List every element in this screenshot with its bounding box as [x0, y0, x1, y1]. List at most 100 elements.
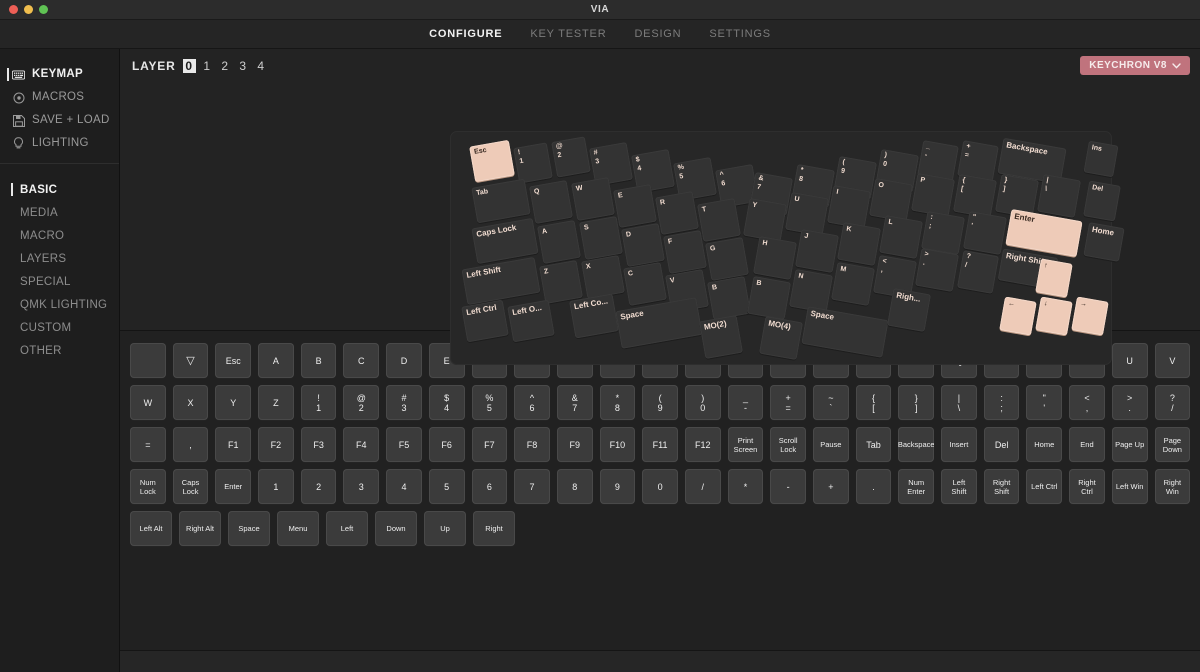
palette-key-a[interactable]: A	[258, 343, 294, 378]
palette-key-blank[interactable]: *	[728, 469, 764, 504]
keycap-key[interactable]: >.	[915, 248, 959, 292]
palette-key-9[interactable]: (9	[642, 385, 678, 420]
palette-key-2[interactable]: @2	[343, 385, 379, 420]
palette-key-caps-lock[interactable]: CapsLock	[173, 469, 209, 504]
palette-key-blank[interactable]: <,	[1069, 385, 1105, 420]
keycap-key[interactable]: ←	[999, 296, 1036, 335]
palette-key-3[interactable]: #3	[386, 385, 422, 420]
palette-key-tab[interactable]: Tab	[856, 427, 892, 462]
category-macro[interactable]: MACRO	[0, 224, 119, 247]
keycap-b[interactable]: B	[747, 276, 791, 320]
layer-button-3[interactable]: 3	[237, 59, 250, 73]
palette-key-blank[interactable]: =	[130, 427, 166, 462]
palette-key-blank[interactable]: |\	[941, 385, 977, 420]
palette-key-right-alt[interactable]: Right Alt	[179, 511, 221, 546]
sidebar-item-save-load[interactable]: SAVE + LOAD	[0, 109, 119, 132]
sidebar-item-keymap[interactable]: KEYMAP	[0, 63, 119, 86]
palette-key-pause[interactable]: Pause	[813, 427, 849, 462]
palette-key-del[interactable]: Del	[984, 427, 1020, 462]
keycap-k[interactable]: K	[837, 222, 881, 266]
palette-key-blank[interactable]: }]	[898, 385, 934, 420]
nav-tab-key-tester[interactable]: KEY TESTER	[530, 28, 606, 40]
palette-key-right-ctrl[interactable]: RightCtrl	[1069, 469, 1105, 504]
palette-key-3[interactable]: 3	[343, 469, 379, 504]
palette-key-blank[interactable]: /	[685, 469, 721, 504]
palette-key-right-win[interactable]: RightWin	[1155, 469, 1191, 504]
nav-tab-configure[interactable]: CONFIGURE	[429, 28, 502, 40]
palette-key-f11[interactable]: F11	[642, 427, 678, 462]
palette-key-f1[interactable]: F1	[215, 427, 251, 462]
nav-tab-settings[interactable]: SETTINGS	[709, 28, 770, 40]
sidebar-item-macros[interactable]: MACROS	[0, 86, 119, 109]
palette-key-blank[interactable]: ▽	[173, 343, 209, 378]
palette-key-blank[interactable]: _-	[728, 385, 764, 420]
palette-key-page-up[interactable]: Page Up	[1112, 427, 1148, 462]
palette-key-page-down[interactable]: PageDown	[1155, 427, 1191, 462]
palette-key-end[interactable]: End	[1069, 427, 1105, 462]
palette-key-left-win[interactable]: Left Win	[1112, 469, 1148, 504]
palette-key-f10[interactable]: F10	[600, 427, 636, 462]
layer-button-0[interactable]: 0	[183, 59, 196, 73]
palette-key-1[interactable]: !1	[301, 385, 337, 420]
category-custom[interactable]: CUSTOM	[0, 316, 119, 339]
palette-key-4[interactable]: 4	[386, 469, 422, 504]
palette-key-blank[interactable]: -	[770, 469, 806, 504]
palette-key-backspace[interactable]: Backspace	[898, 427, 934, 462]
palette-key-blank[interactable]: {[	[856, 385, 892, 420]
palette-key-5[interactable]: %5	[472, 385, 508, 420]
palette-key-u[interactable]: U	[1112, 343, 1148, 378]
keyboard-selector-button[interactable]: KEYCHRON V8	[1080, 56, 1190, 75]
palette-key-left[interactable]: Left	[326, 511, 368, 546]
palette-key-f4[interactable]: F4	[343, 427, 379, 462]
palette-key-f12[interactable]: F12	[685, 427, 721, 462]
palette-key-left-ctrl[interactable]: Left Ctrl	[1026, 469, 1062, 504]
palette-key-blank[interactable]: +=	[770, 385, 806, 420]
palette-key-blank[interactable]: >.	[1112, 385, 1148, 420]
keycap-l[interactable]: L	[879, 215, 923, 259]
layer-button-2[interactable]: 2	[219, 59, 232, 73]
palette-key-down[interactable]: Down	[375, 511, 417, 546]
palette-key-home[interactable]: Home	[1026, 427, 1062, 462]
keycap-key[interactable]: ↓	[1035, 296, 1072, 335]
palette-key-7[interactable]: 7	[514, 469, 550, 504]
palette-key-f2[interactable]: F2	[258, 427, 294, 462]
keycap-key[interactable]: |\	[1037, 174, 1081, 218]
palette-key-esc[interactable]: Esc	[215, 343, 251, 378]
palette-key-2[interactable]: 2	[301, 469, 337, 504]
palette-key-blank[interactable]: +	[813, 469, 849, 504]
palette-key-0[interactable]: )0	[685, 385, 721, 420]
layer-button-4[interactable]: 4	[255, 59, 268, 73]
category-qmk-lighting[interactable]: QMK LIGHTING	[0, 293, 119, 316]
category-media[interactable]: MEDIA	[0, 201, 119, 224]
palette-key-f8[interactable]: F8	[514, 427, 550, 462]
layer-button-1[interactable]: 1	[201, 59, 214, 73]
palette-key-7[interactable]: &7	[557, 385, 593, 420]
palette-key-print-screen[interactable]: PrintScreen	[728, 427, 764, 462]
keycap-righ[interactable]: Righ...	[887, 288, 931, 332]
palette-key-5[interactable]: 5	[429, 469, 465, 504]
palette-key-d[interactable]: D	[386, 343, 422, 378]
palette-key-blank[interactable]: ?/	[1155, 385, 1191, 420]
category-other[interactable]: OTHER	[0, 339, 119, 362]
keycap-key[interactable]: "'	[963, 211, 1007, 255]
palette-key-8[interactable]: 8	[557, 469, 593, 504]
keycap-j[interactable]: J	[795, 229, 839, 273]
palette-key-up[interactable]: Up	[424, 511, 466, 546]
palette-key-blank[interactable]: ,	[173, 427, 209, 462]
keycap-space[interactable]: Space	[801, 306, 888, 358]
palette-key-v[interactable]: V	[1155, 343, 1191, 378]
palette-key-6[interactable]: ^6	[514, 385, 550, 420]
palette-key-z[interactable]: Z	[258, 385, 294, 420]
keycap-y[interactable]: Y	[743, 198, 787, 242]
keycap-del[interactable]: Del	[1083, 180, 1121, 221]
palette-key-num-enter[interactable]: NumEnter	[898, 469, 934, 504]
palette-key-blank[interactable]: .	[856, 469, 892, 504]
palette-key-b[interactable]: B	[301, 343, 337, 378]
palette-key-9[interactable]: 9	[600, 469, 636, 504]
category-layers[interactable]: LAYERS	[0, 247, 119, 270]
keycap-mo-4[interactable]: MO(4)	[759, 316, 803, 360]
palette-key-f9[interactable]: F9	[557, 427, 593, 462]
palette-key-4[interactable]: $4	[429, 385, 465, 420]
nav-tab-design[interactable]: DESIGN	[634, 28, 681, 40]
palette-key-left-shift[interactable]: LeftShift	[941, 469, 977, 504]
